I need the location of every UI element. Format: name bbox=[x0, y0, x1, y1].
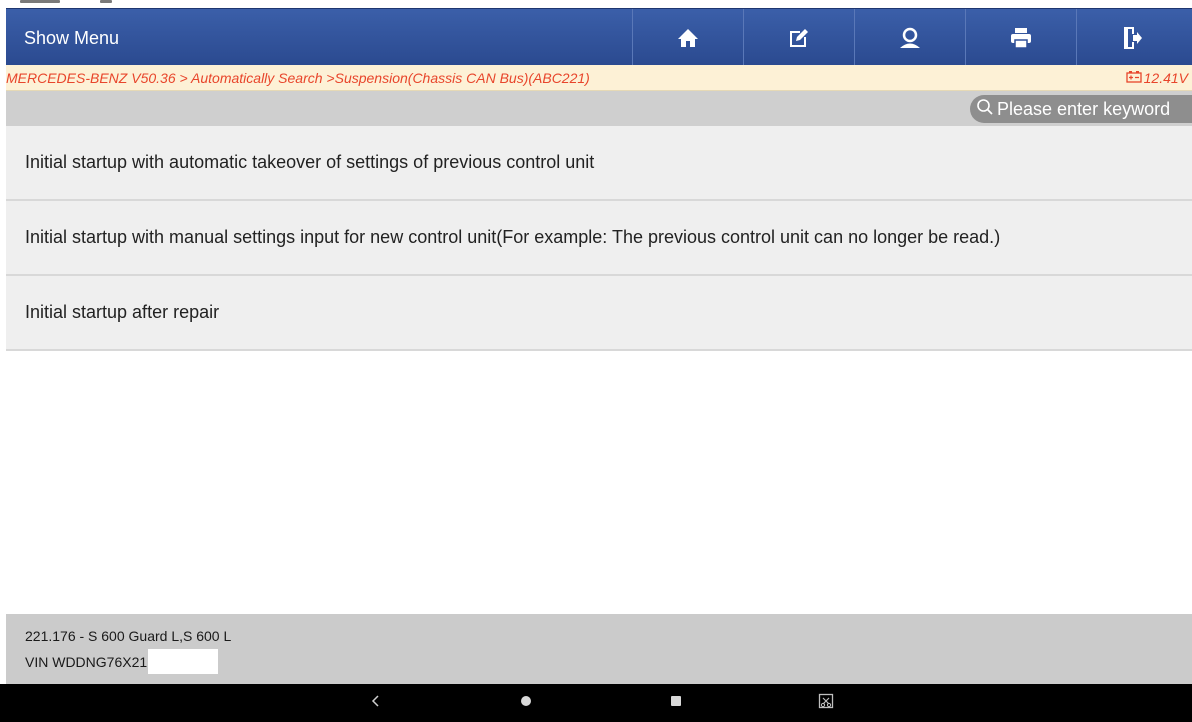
search-bar: Please enter keyword bbox=[6, 91, 1192, 126]
exit-icon bbox=[1122, 26, 1142, 50]
edit-icon bbox=[788, 27, 810, 49]
vehicle-vin: VIN WDDNG76X21 bbox=[25, 649, 219, 674]
vehicle-model: 221.176 - S 600 Guard L,S 600 L bbox=[25, 628, 232, 644]
list-item[interactable]: Initial startup with automatic takeover … bbox=[6, 126, 1192, 201]
support-button[interactable] bbox=[854, 9, 964, 66]
list-item[interactable]: Initial startup after repair bbox=[6, 276, 1192, 351]
battery-icon bbox=[1125, 65, 1142, 91]
breadcrumb: MERCEDES-BENZ V50.36 > Automatically Sea… bbox=[6, 65, 1192, 91]
breadcrumb-path: MERCEDES-BENZ V50.36 > Automatically Sea… bbox=[6, 70, 590, 86]
search-input[interactable]: Please enter keyword bbox=[970, 95, 1192, 123]
home-nav-button[interactable] bbox=[506, 684, 546, 722]
vin-redaction bbox=[148, 649, 219, 674]
show-menu-button[interactable]: Show Menu bbox=[24, 9, 119, 66]
back-icon bbox=[370, 694, 382, 713]
circle-icon bbox=[520, 694, 532, 712]
edit-button[interactable] bbox=[743, 9, 853, 66]
search-icon bbox=[976, 98, 994, 121]
home-button[interactable] bbox=[632, 9, 742, 66]
function-list: Initial startup with automatic takeover … bbox=[6, 126, 1192, 351]
status-fragment bbox=[100, 0, 112, 3]
status-bar bbox=[0, 0, 1192, 8]
screenshot-button[interactable] bbox=[806, 684, 846, 722]
screenshot-icon bbox=[818, 693, 834, 714]
top-toolbar: Show Menu bbox=[6, 8, 1192, 66]
back-button[interactable] bbox=[356, 684, 396, 722]
list-item[interactable]: Initial startup with manual settings inp… bbox=[6, 201, 1192, 276]
status-fragment bbox=[20, 0, 60, 3]
voltage-value: 12.41V bbox=[1143, 70, 1188, 86]
battery-voltage: 12.41V bbox=[1125, 65, 1188, 91]
list-item-label: Initial startup with manual settings inp… bbox=[25, 227, 1001, 247]
system-navigation-bar bbox=[0, 684, 1192, 722]
print-button[interactable] bbox=[965, 9, 1075, 66]
square-icon bbox=[670, 694, 682, 712]
exit-button[interactable] bbox=[1076, 9, 1186, 66]
home-icon bbox=[677, 27, 699, 49]
vehicle-info-footer: 221.176 - S 600 Guard L,S 600 L VIN WDDN… bbox=[6, 614, 1192, 684]
list-item-label: Initial startup with automatic takeover … bbox=[25, 152, 595, 172]
vin-text: VIN WDDNG76X21 bbox=[25, 653, 148, 670]
support-icon bbox=[897, 27, 923, 49]
search-placeholder: Please enter keyword bbox=[997, 98, 1171, 119]
list-item-label: Initial startup after repair bbox=[25, 302, 220, 322]
recents-button[interactable] bbox=[656, 684, 696, 722]
printer-icon bbox=[1010, 27, 1032, 49]
